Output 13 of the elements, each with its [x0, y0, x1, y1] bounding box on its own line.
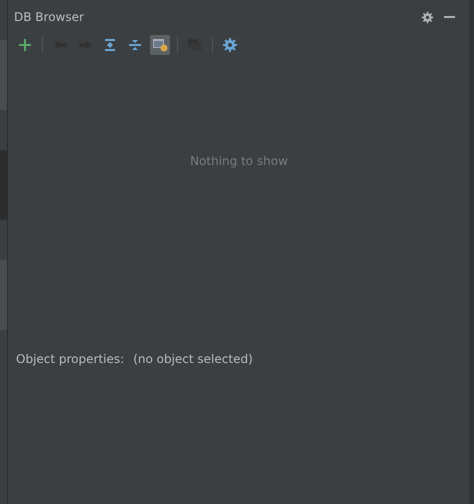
empty-message: Nothing to show	[190, 154, 288, 168]
properties-label: Object properties:	[16, 352, 124, 366]
collapse-all-icon	[128, 38, 142, 52]
minimize-icon	[444, 16, 454, 18]
toolbar-button[interactable]	[220, 35, 240, 55]
properties-icon	[152, 38, 168, 52]
toolbar-button[interactable]	[150, 35, 170, 55]
settings-icon	[420, 10, 434, 24]
window-title: DB Browser	[14, 10, 85, 24]
gear-icon	[222, 37, 238, 53]
properties-value: (no object selected)	[133, 352, 253, 366]
expand-all-icon	[103, 38, 117, 52]
plus-icon	[18, 38, 32, 52]
